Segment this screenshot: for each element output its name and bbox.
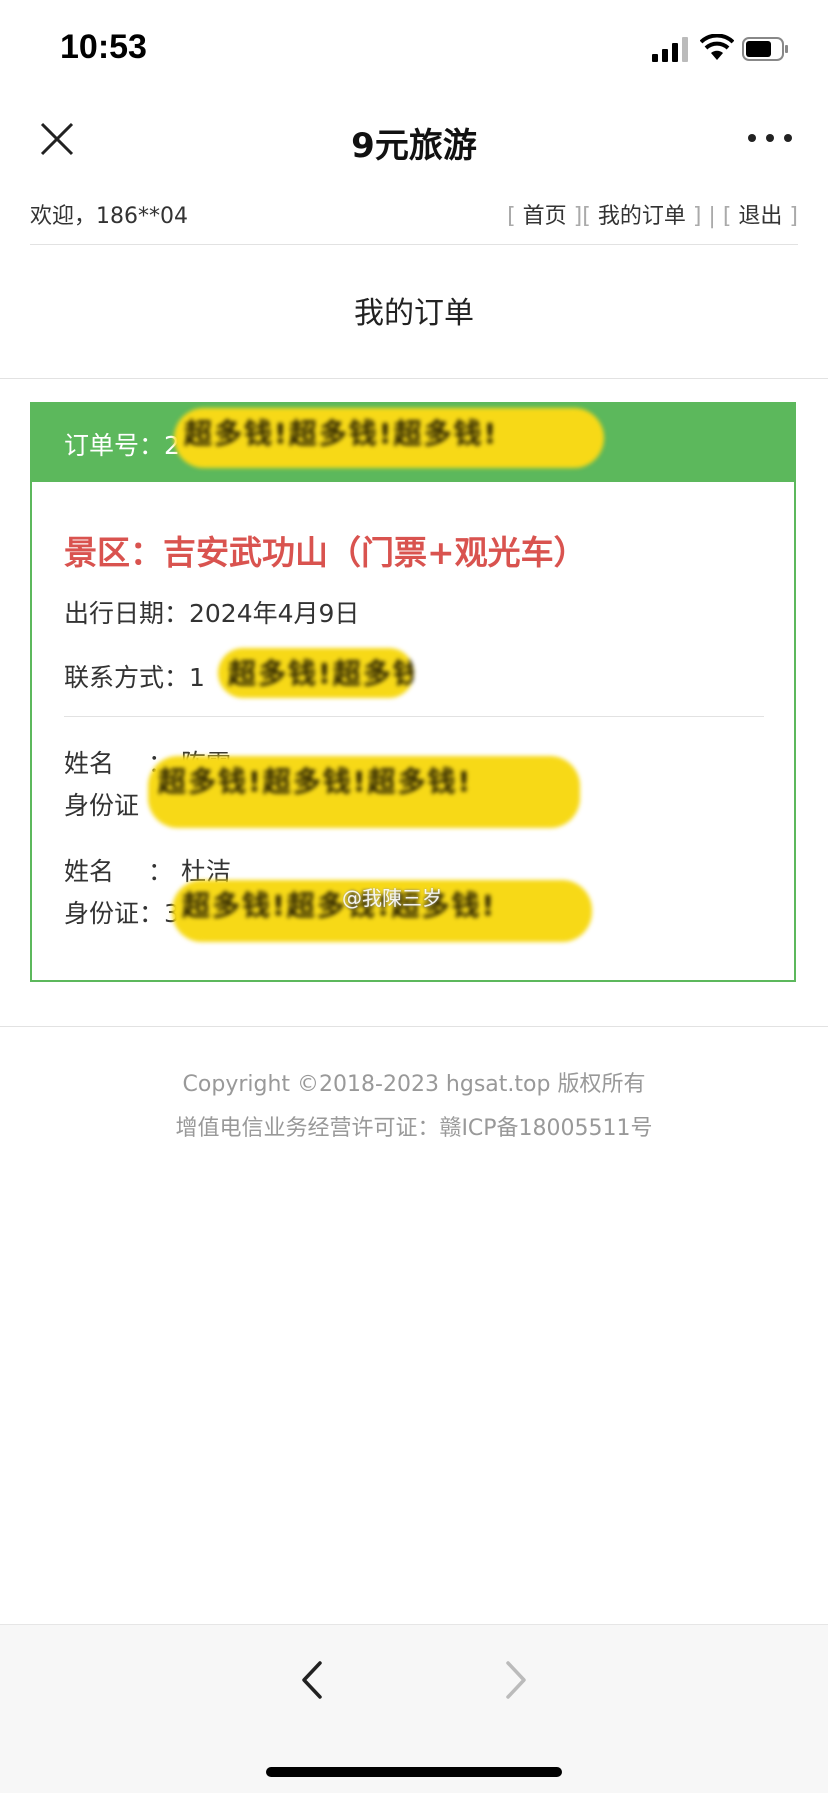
contact-redaction: 超多钱!超多钱!超多钱! <box>218 648 414 698</box>
battery-icon <box>742 37 788 61</box>
nav-title: 9元旅游 <box>351 126 477 166</box>
order-number-redaction: 超多钱!超多钱!超多钱! <box>174 408 604 468</box>
contact-visible: 1 <box>189 663 205 692</box>
redaction-text: 超多钱!超多钱!超多钱! <box>228 657 414 690</box>
home-link[interactable]: 首页 <box>523 204 567 229</box>
redaction-text: 超多钱!超多钱!超多钱! <box>184 417 499 450</box>
passenger-id-redaction: 超多钱!超多钱!超多钱! <box>148 756 580 828</box>
contact-info: 联系方式：1 <box>64 663 205 692</box>
passenger-id: 身份证：3 <box>64 894 180 930</box>
order-number-label: 订单号：2 <box>64 431 180 460</box>
back-icon[interactable] <box>290 1655 334 1705</box>
more-icon[interactable] <box>746 126 794 150</box>
my-orders-link[interactable]: 我的订单 <box>598 204 686 229</box>
top-links: [ 首页 ][ 我的订单 ] | [ 退出 ] <box>507 204 798 229</box>
travel-date: 出行日期：2024年4月9日 <box>64 599 360 628</box>
welcome-row: 欢迎，186**04 [ 首页 ][ 我的订单 ] | [ 退出 ] <box>30 190 798 245</box>
status-time: 10:53 <box>60 28 147 66</box>
redaction-text: 超多钱!超多钱!超多钱! <box>182 889 497 922</box>
forward-icon[interactable] <box>494 1655 538 1705</box>
card-divider <box>64 716 764 717</box>
wifi-icon <box>700 34 734 60</box>
logout-link[interactable]: 退出 <box>738 204 782 229</box>
scenic-spot: 景区：吉安武功山（门票+观光车） <box>64 533 587 572</box>
watermark: @我陳三岁 <box>342 886 442 910</box>
welcome-text: 欢迎，186**04 <box>30 204 188 229</box>
divider <box>0 1026 828 1027</box>
passenger-id: 身份证 <box>64 791 140 820</box>
home-indicator <box>266 1767 562 1777</box>
status-bar: 10:53 <box>0 0 828 96</box>
icp-license-text: 增值电信业务经营许可证：赣ICP备18005511号 <box>175 1116 653 1141</box>
bottom-toolbar <box>0 1624 828 1793</box>
divider <box>0 378 828 379</box>
page-title: 我的订单 <box>354 296 474 331</box>
order-header: 订单号：2 超多钱!超多钱!超多钱! <box>32 404 794 482</box>
nav-bar: 9元旅游 <box>0 96 828 184</box>
cellular-signal-icon <box>652 37 688 62</box>
copyright-text: Copyright ©2018-2023 hgsat.top 版权所有 <box>182 1072 646 1097</box>
redaction-text: 超多钱!超多钱!超多钱! <box>158 765 473 798</box>
